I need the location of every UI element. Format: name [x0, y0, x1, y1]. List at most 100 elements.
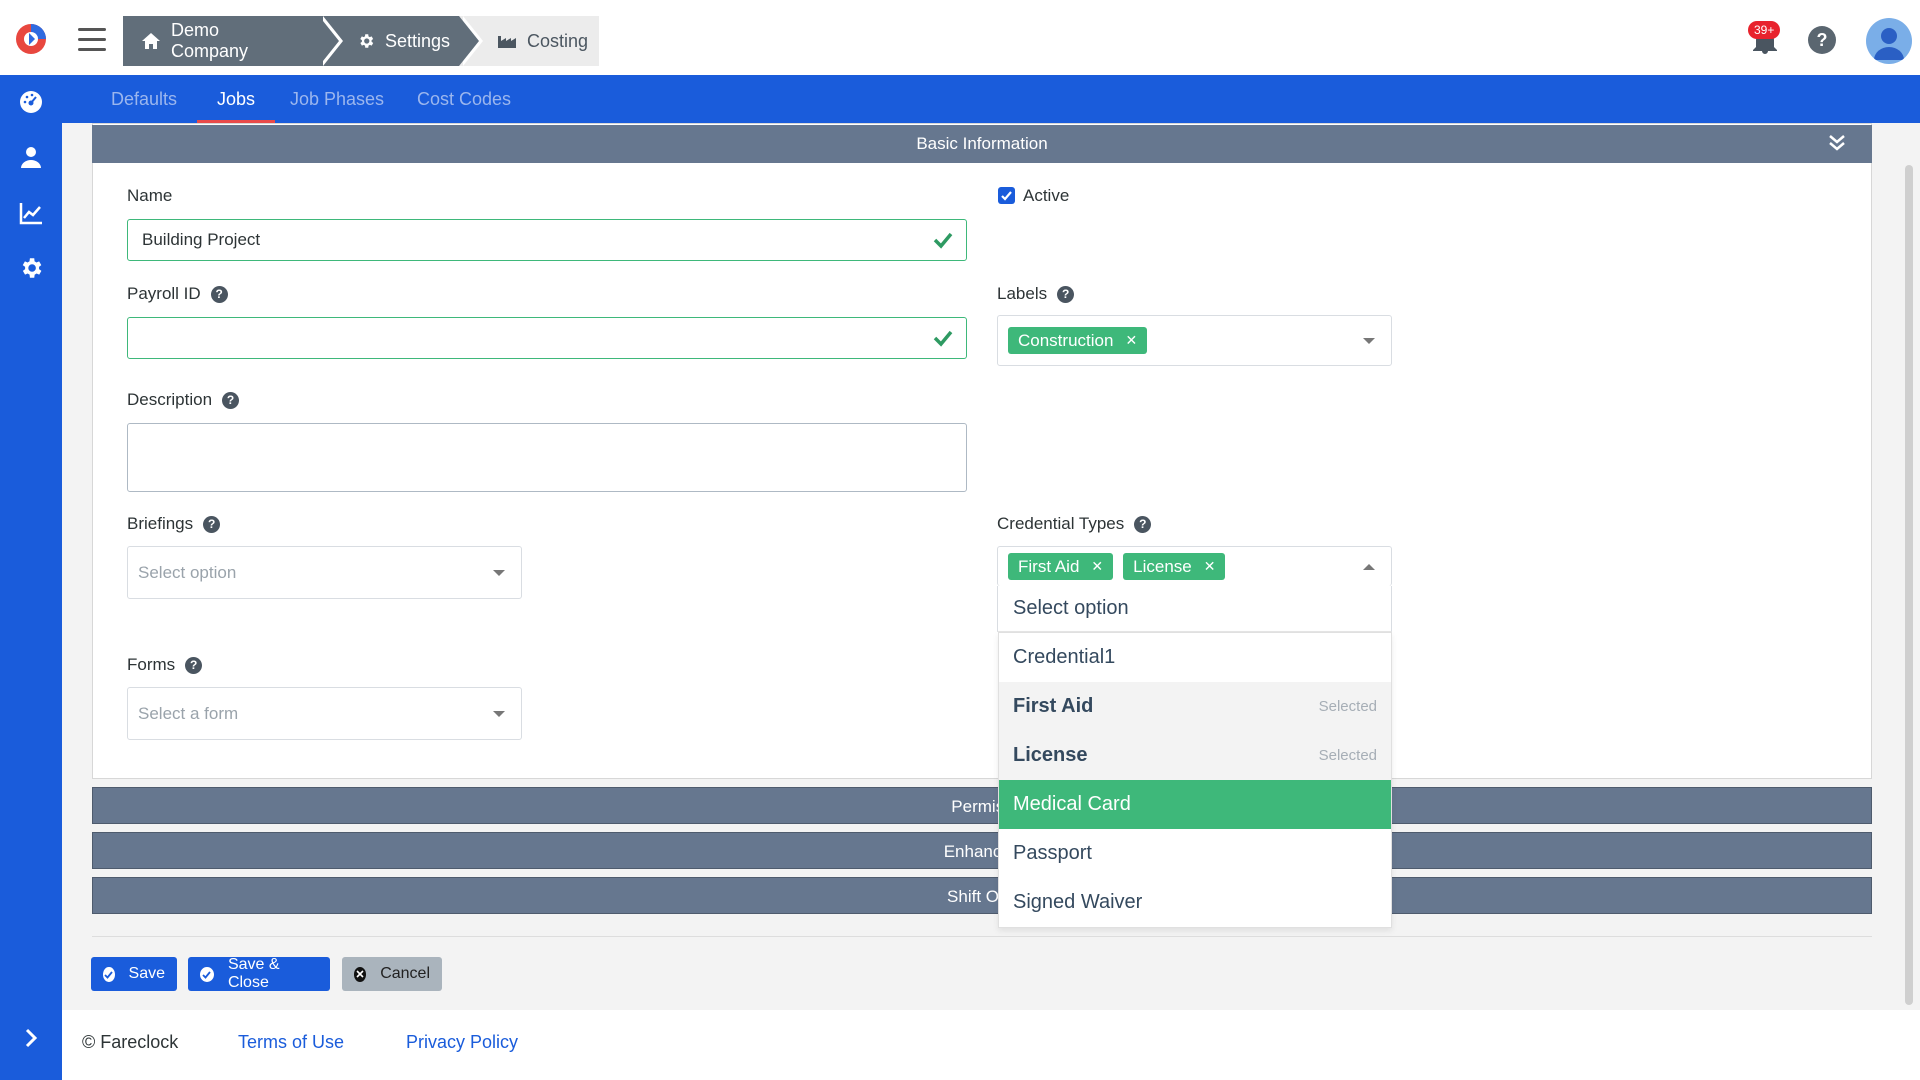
save-close-button[interactable]: Save & Close — [188, 956, 330, 991]
forms-label-text: Forms — [127, 655, 176, 674]
payroll-id-label-text: Payroll ID — [127, 284, 201, 303]
save-button[interactable]: Save — [91, 957, 177, 991]
privacy-link[interactable]: Privacy Policy — [406, 1032, 518, 1053]
help-icon[interactable]: ? — [203, 515, 221, 533]
section-enhanced[interactable]: Enhanced — [92, 832, 1872, 869]
credential-types-multiselect[interactable]: First Aid ✕ License ✕ — [997, 546, 1392, 586]
credential-types-label: Credential Types? — [997, 514, 1152, 534]
check-circle-icon — [103, 966, 115, 982]
cancel-label: Cancel — [380, 965, 430, 982]
selected-note: Selected — [1318, 698, 1377, 715]
help-icon[interactable]: ? — [222, 391, 240, 409]
active-label: Active — [1023, 186, 1070, 205]
option-label: First Aid — [1013, 695, 1094, 717]
dropdown-caret-icon — [493, 569, 505, 576]
divider — [92, 936, 1872, 937]
terms-link[interactable]: Terms of Use — [238, 1032, 344, 1053]
top-bar: Demo Company Settings Costing 39+ ? — [0, 0, 1920, 75]
dropdown-option[interactable]: Passport — [999, 829, 1391, 878]
tab-cost-codes[interactable]: Cost Codes — [417, 75, 511, 123]
dropdown-option[interactable]: Signed Waiver — [999, 878, 1391, 927]
option-label: Signed Waiver — [1013, 891, 1143, 913]
description-textarea[interactable] — [127, 423, 967, 492]
option-label: Credential1 — [1013, 646, 1116, 668]
users-icon[interactable] — [18, 144, 44, 170]
page-scrollbar[interactable] — [1905, 165, 1913, 1005]
help-icon[interactable]: ? — [1808, 26, 1836, 54]
remove-tag-icon[interactable]: ✕ — [1204, 558, 1216, 575]
credential-search-input[interactable]: Select option — [997, 586, 1392, 632]
checkmark-icon — [1001, 191, 1012, 201]
tag-text: License — [1133, 556, 1192, 576]
forms-label: Forms? — [127, 655, 203, 675]
option-label: Passport — [1013, 842, 1092, 864]
fareclock-logo-icon[interactable] — [14, 22, 48, 56]
breadcrumb-company-label: Demo Company — [171, 20, 249, 61]
section-shift-overtime[interactable]: Shift Ove — [92, 877, 1872, 914]
breadcrumb-costing-label: Costing — [527, 30, 589, 51]
user-avatar[interactable] — [1866, 18, 1912, 64]
copyright-text: © Fareclock — [82, 1032, 179, 1052]
tab-job-phases[interactable]: Job Phases — [290, 75, 384, 123]
notification-badge: 39+ — [1748, 21, 1781, 39]
selected-note: Selected — [1318, 747, 1377, 764]
footer: © Fareclock Terms of Use Privacy Policy — [62, 1010, 1920, 1080]
expand-sidebar-chevron-icon[interactable] — [18, 1025, 44, 1051]
dropdown-option[interactable]: Medical Card — [999, 780, 1391, 829]
dropdown-option[interactable]: First Aid Selected — [999, 682, 1391, 731]
collapse-chevron-icon[interactable] — [1826, 132, 1848, 154]
option-label: License — [1013, 744, 1088, 766]
check-circle-icon — [200, 966, 214, 982]
reports-chart-icon[interactable] — [18, 200, 44, 226]
labels-multiselect[interactable]: Construction ✕ — [997, 315, 1392, 366]
dropdown-caret-icon — [1363, 337, 1375, 344]
factory-icon — [497, 33, 517, 49]
active-checkbox[interactable] — [998, 187, 1015, 204]
settings-gear-icon[interactable] — [18, 255, 44, 281]
tag-text: Construction — [1018, 330, 1114, 350]
dropdown-caret-icon — [493, 710, 505, 717]
payroll-id-input[interactable] — [127, 317, 967, 359]
home-icon — [141, 32, 161, 50]
breadcrumb-company[interactable]: Demo Company — [123, 16, 343, 66]
breadcrumb: Demo Company Settings Costing — [123, 16, 599, 66]
help-icon[interactable]: ? — [185, 656, 203, 674]
credential-types-label-text: Credential Types — [997, 514, 1125, 533]
basic-info-header[interactable]: Basic Information — [92, 125, 1872, 163]
forms-placeholder: Select a form — [138, 703, 239, 723]
save-label: Save — [128, 965, 165, 982]
dropdown-option[interactable]: Credential1 — [999, 633, 1391, 682]
gear-icon — [357, 32, 375, 50]
labels-label: Labels? — [997, 284, 1075, 304]
briefings-label-text: Briefings — [127, 514, 194, 533]
briefings-label: Briefings? — [127, 514, 221, 534]
tag-text: First Aid — [1018, 556, 1080, 576]
breadcrumb-settings-label: Settings — [385, 30, 451, 51]
close-circle-icon — [354, 966, 367, 982]
briefings-placeholder: Select option — [138, 562, 237, 582]
help-icon[interactable]: ? — [1057, 285, 1075, 303]
forms-select[interactable]: Select a form — [127, 687, 522, 740]
briefings-select[interactable]: Select option — [127, 546, 522, 599]
remove-tag-icon[interactable]: ✕ — [1125, 332, 1137, 349]
save-close-label: Save & Close — [227, 956, 280, 991]
dropdown-option[interactable]: License Selected — [999, 731, 1391, 780]
name-input[interactable]: Building Project — [127, 219, 967, 261]
name-input-value: Building Project — [142, 230, 261, 249]
section-permissions[interactable]: Permiss — [92, 787, 1872, 824]
description-label-text: Description — [127, 390, 213, 409]
help-icon[interactable]: ? — [1134, 515, 1152, 533]
remove-tag-icon[interactable]: ✕ — [1091, 558, 1103, 575]
help-icon[interactable]: ? — [210, 285, 228, 303]
dropdown-caret-up-icon — [1363, 563, 1375, 570]
cancel-button[interactable]: Cancel — [342, 957, 442, 991]
dashboard-icon[interactable] — [18, 89, 44, 115]
tab-defaults[interactable]: Defaults — [111, 75, 177, 123]
left-sidebar — [0, 75, 62, 1080]
description-label: Description? — [127, 390, 240, 410]
name-label: Name — [127, 186, 173, 205]
tab-jobs[interactable]: Jobs — [196, 75, 276, 123]
menu-toggle-icon[interactable] — [78, 28, 106, 52]
credential-tag-first-aid: First Aid ✕ — [1008, 553, 1114, 580]
credential-tag-license: License ✕ — [1123, 553, 1226, 580]
